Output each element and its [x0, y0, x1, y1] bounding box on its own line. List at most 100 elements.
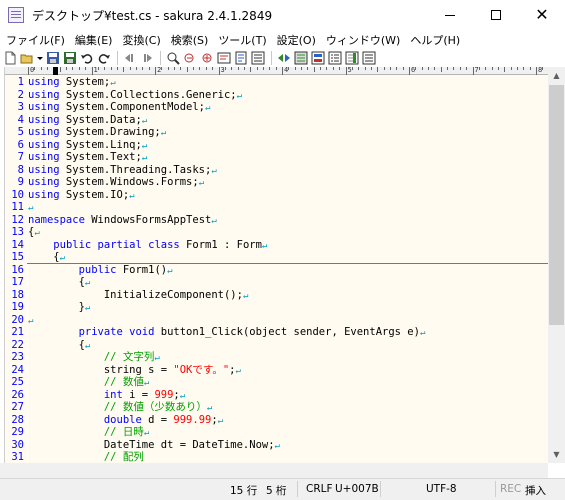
code-line[interactable]: 27 // 数値（少数あり）↵: [5, 401, 548, 414]
line-number: 14: [11, 238, 24, 251]
menu-help[interactable]: ヘルプ(H): [406, 32, 464, 48]
line-code: ↵: [28, 314, 33, 328]
code-line[interactable]: 12 namespace WindowsFormsAppTest↵: [5, 214, 548, 227]
ruler-tick: [434, 67, 436, 70]
menu-convert[interactable]: 変換(C): [118, 32, 164, 48]
code-line[interactable]: 13 {↵: [5, 226, 548, 239]
scrollbar-thumb[interactable]: [549, 85, 564, 325]
newline-mark: ↵: [84, 340, 91, 351]
code-line[interactable]: 14 public partial class Form1 : Form↵: [5, 239, 548, 252]
menu-window[interactable]: ウィンドウ(W): [322, 32, 404, 48]
ruler-tick: [377, 67, 379, 72]
code-line[interactable]: 25 // 数値↵: [5, 376, 548, 389]
newline-mark: ↵: [179, 390, 186, 401]
code-line[interactable]: 6 using System.Linq;↵: [5, 139, 548, 152]
code-token: using: [28, 101, 60, 113]
code-line[interactable]: 23 // 文字列↵: [5, 351, 548, 364]
code-line[interactable]: 28 double d = 999.99;↵: [5, 414, 548, 427]
settings-icon[interactable]: [344, 50, 360, 66]
line-code: using System.Linq;↵: [28, 139, 147, 153]
menu-edit[interactable]: 編集(E): [71, 32, 117, 48]
code-line[interactable]: 15 {↵: [5, 251, 548, 264]
find-next-icon[interactable]: [199, 50, 215, 66]
code-line[interactable]: 7 using System.Text;↵: [5, 151, 548, 164]
code-line[interactable]: 30 DateTime dt = DateTime.Now;↵: [5, 439, 548, 452]
property-icon[interactable]: [310, 50, 326, 66]
function-list-icon[interactable]: [327, 50, 343, 66]
code-token: using: [28, 88, 60, 101]
code-line[interactable]: 24 string s = "OKです。";↵: [5, 364, 548, 377]
code-line[interactable]: 16 public Form1()↵: [5, 264, 548, 277]
code-line[interactable]: 1 using System;↵: [5, 76, 548, 89]
ruler-tick: [389, 67, 391, 70]
editor-area[interactable]: 012345678 1 using System;↵ 2 using System.C…: [4, 67, 548, 463]
code-line[interactable]: 11 ↵: [5, 201, 548, 214]
scroll-down-icon[interactable]: ▼: [548, 446, 565, 463]
find-icon[interactable]: [165, 50, 181, 66]
line-code: InitializeComponent();↵: [28, 289, 249, 303]
open-file-icon[interactable]: [19, 50, 35, 66]
code-line[interactable]: 19 }↵: [5, 301, 548, 314]
code-line[interactable]: 8 using System.Threading.Tasks;↵: [5, 164, 548, 177]
tag-jump-icon[interactable]: [276, 50, 292, 66]
jump-forward-icon[interactable]: [139, 50, 155, 66]
grep-icon[interactable]: [250, 50, 266, 66]
code-token: string s =: [28, 363, 174, 376]
maximize-button[interactable]: [473, 0, 519, 30]
ruler-tick: [447, 67, 449, 70]
code-line[interactable]: 4 using System.Data;↵: [5, 114, 548, 127]
code-token: using: [28, 188, 60, 201]
newline-mark: ↵: [129, 190, 135, 201]
redo-icon[interactable]: [96, 50, 112, 66]
line-number: 16: [11, 263, 24, 276]
status-bar: 15 行 5 桁 CRLF U+007B UTF-8 REC 挿入: [0, 478, 565, 500]
font-icon[interactable]: [361, 50, 377, 66]
ruler-tick: [364, 67, 366, 70]
save-icon[interactable]: [45, 50, 61, 66]
status-encoding[interactable]: UTF-8: [426, 483, 457, 495]
ruler-label: 0: [30, 67, 35, 74]
newline-mark: ↵: [198, 178, 205, 188]
menu-tools[interactable]: ツール(T): [214, 32, 270, 48]
code-line[interactable]: 21 private void button1_Click(object sen…: [5, 326, 548, 339]
compare-icon[interactable]: [293, 50, 309, 66]
status-mode[interactable]: 挿入: [525, 483, 546, 498]
jump-back-icon[interactable]: [122, 50, 138, 66]
sakura-app-icon[interactable]: [8, 7, 24, 23]
menu-settings[interactable]: 設定(O): [273, 32, 320, 48]
code-line[interactable]: 20 ↵: [5, 314, 548, 327]
column-ruler: 0 1 2 3 4 5 6 7 8: [5, 67, 548, 75]
code-line[interactable]: 3 using System.ComponentModel;↵: [5, 101, 548, 114]
code-line[interactable]: 17 {↵: [5, 276, 548, 289]
code-line[interactable]: 10 using System.IO;↵: [5, 189, 548, 202]
scroll-up-icon[interactable]: ▲: [548, 67, 565, 84]
code-token: button1_Click(object sender, EventArgs e…: [154, 326, 420, 338]
line-number: 25: [11, 376, 24, 388]
new-file-icon[interactable]: [2, 50, 18, 66]
horizontal-scrollbar[interactable]: [0, 463, 548, 478]
menu-search[interactable]: 検索(S): [167, 32, 213, 48]
code-line[interactable]: 18 InitializeComponent();↵: [5, 289, 548, 302]
code-line[interactable]: 9 using System.Windows.Forms;↵: [5, 176, 548, 189]
bookmark-icon[interactable]: [233, 50, 249, 66]
code-line[interactable]: 5 using System.Drawing;↵: [5, 126, 548, 139]
vertical-scrollbar[interactable]: ▲ ▼: [548, 67, 565, 463]
line-code: namespace WindowsFormsAppTest↵: [28, 214, 217, 228]
save-all-icon[interactable]: [62, 50, 78, 66]
close-button[interactable]: ✕: [519, 0, 565, 30]
dropdown-icon[interactable]: [36, 50, 44, 66]
code-line[interactable]: 29 // 日時↵: [5, 426, 548, 439]
menu-file[interactable]: ファイル(F): [2, 32, 69, 48]
ruler-tick: [409, 67, 410, 75]
undo-icon[interactable]: [79, 50, 95, 66]
status-divider: [380, 481, 381, 497]
find-prev-icon[interactable]: [182, 50, 198, 66]
minimize-button[interactable]: [427, 0, 473, 30]
code-line[interactable]: 26 int i = 999;↵: [5, 389, 548, 402]
code-line[interactable]: 31 // 配列: [5, 451, 548, 463]
code-line[interactable]: 2 using System.Collections.Generic;↵: [5, 89, 548, 102]
status-newline[interactable]: CRLF: [306, 483, 333, 495]
replace-icon[interactable]: [216, 50, 232, 66]
code-line[interactable]: 22 {↵: [5, 339, 548, 352]
